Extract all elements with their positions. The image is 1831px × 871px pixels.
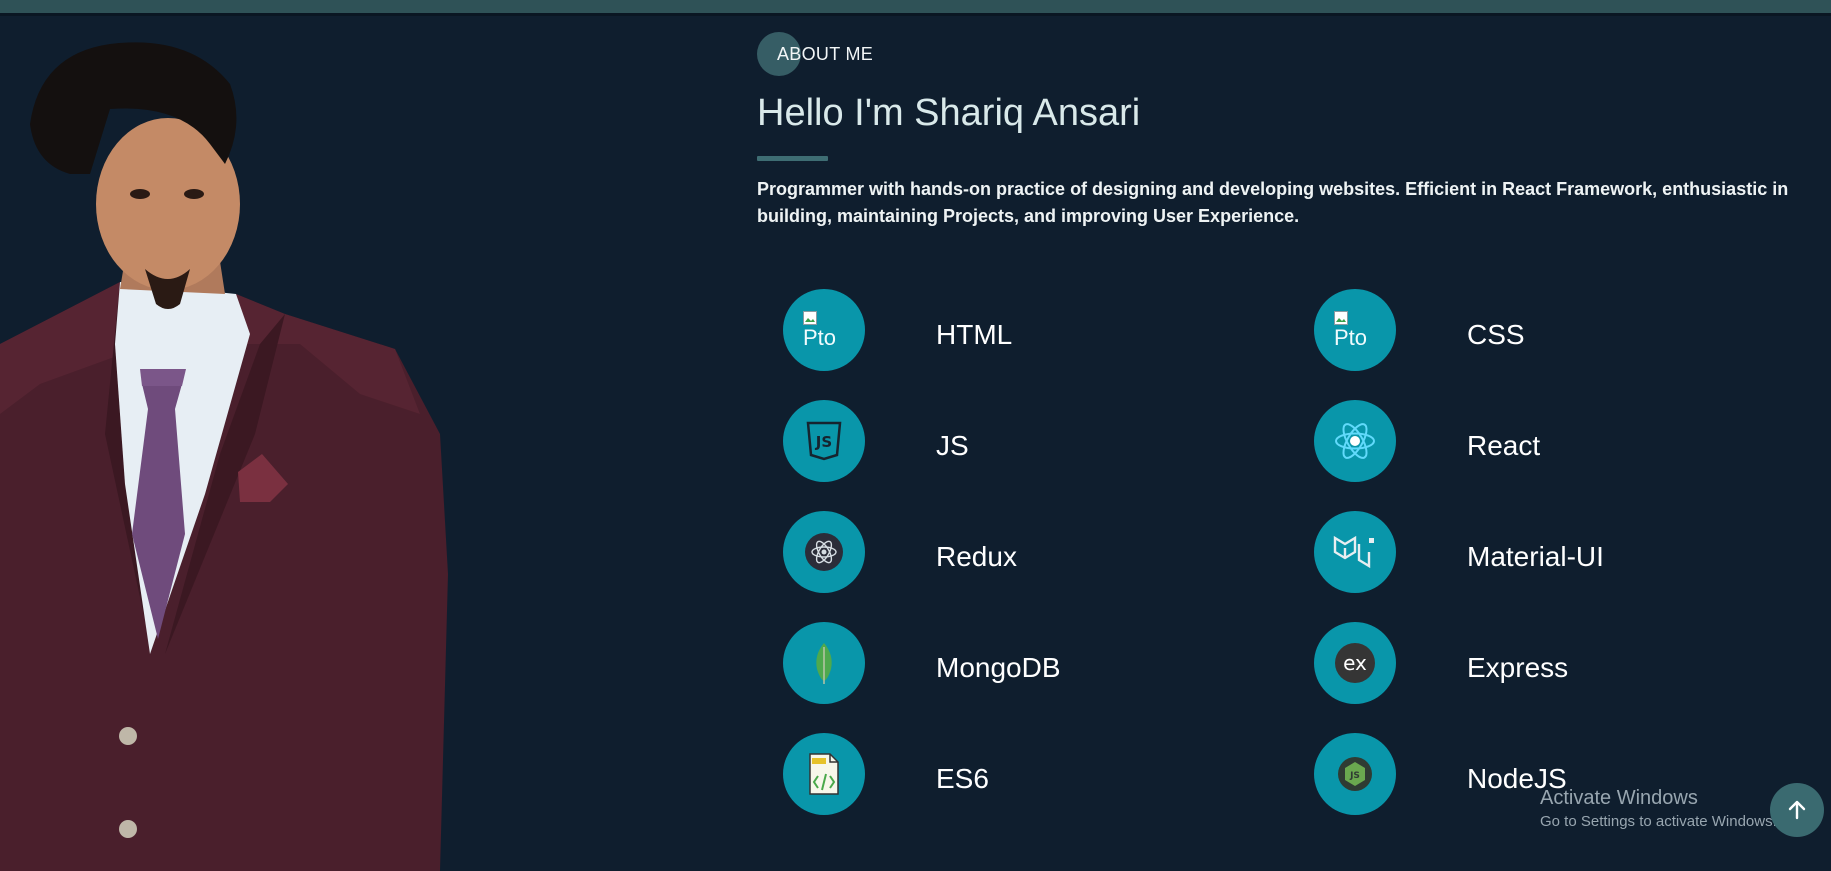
skill-name: MongoDB [936,652,1061,683]
skill-icon-circle: JS [1314,733,1396,815]
skill-icon-circle [783,622,865,704]
es6-file-icon [809,753,839,795]
skill-name: ES6 [936,763,989,794]
title-underline [757,156,828,161]
intro-description: Programmer with hands-on practice of des… [757,179,1789,226]
skill-icon-circle: ex [1314,622,1396,704]
skill-name: HTML [936,319,1013,350]
skill-icon-circle: Pto [1314,289,1396,371]
svg-text:JS: JS [815,433,832,451]
skill-icon-circle: Pto [783,289,865,371]
react-atom-icon [1335,423,1375,459]
material-ui-icon [1333,535,1374,569]
scroll-to-top-button[interactable] [1770,783,1824,837]
about-label: ABOUT ME [777,44,874,64]
skill-icon-circle [1314,511,1396,593]
skill-icon-circle [1314,400,1396,482]
page-title: Hello I'm Shariq Ansari [757,92,1141,134]
skill-name: CSS [1467,319,1525,350]
arrow-up-icon [1788,800,1806,820]
svg-text:JS: JS [1349,771,1360,781]
top-bar [0,0,1831,13]
skill-icon-circle [783,511,865,593]
skill-name: Material-UI [1467,541,1604,572]
skill-name: Express [1467,652,1569,683]
skill-icon-circle: JS [783,400,865,482]
broken-image-icon: Pto [1334,311,1374,351]
watermark-subtitle: Go to Settings to activate Windows. [1540,813,1777,830]
svg-text:ex: ex [1343,651,1367,675]
watermark-title: Activate Windows [1540,787,1698,809]
skill-name: JS [936,430,969,461]
js-shield-icon: JS [806,421,842,461]
windows-activation-watermark: Activate Windows Go to Settings to activ… [1540,786,1777,832]
express-ex-icon: ex [1335,643,1375,683]
profile-photo [0,42,448,871]
skill-icon-circle [783,733,865,815]
nodejs-hexagon-icon: JS [1338,757,1372,791]
broken-image-icon: Pto [803,311,843,351]
skill-name: Redux [936,541,1017,572]
redux-icon [805,533,843,571]
mongodb-leaf-icon [816,643,832,684]
skill-name: React [1467,430,1541,461]
